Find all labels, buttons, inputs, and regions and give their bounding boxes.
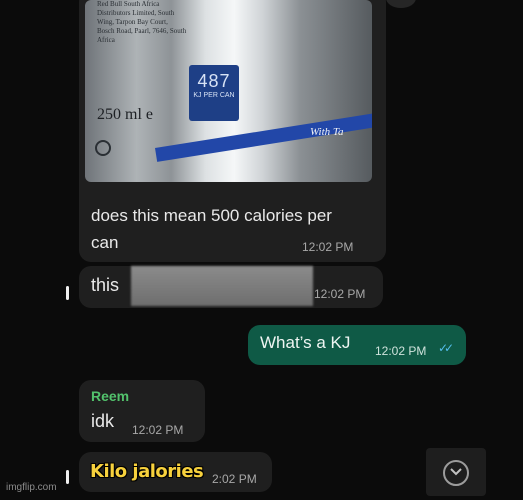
- chevron-down-icon: [443, 460, 469, 486]
- message-time: 12:02 PM: [302, 240, 354, 254]
- image-message-bubble[interactable]: Red Bull South Africa Distributors Limit…: [79, 0, 386, 262]
- message-bubble[interactable]: Reem idk 12:02 PM: [79, 380, 205, 442]
- message-text: this: [91, 275, 120, 295]
- energy-badge: 487 KJ PER CAN: [189, 65, 239, 121]
- can-volume: 250 ml e: [97, 106, 153, 123]
- attached-photo[interactable]: Red Bull South Africa Distributors Limit…: [85, 0, 372, 182]
- sender-name: Reem: [91, 388, 130, 404]
- read-receipt-icon: ✓✓: [438, 341, 454, 355]
- scroll-down-button[interactable]: [426, 448, 486, 496]
- message-text: idk: [91, 411, 115, 431]
- message-text: What’s a KJ: [260, 333, 351, 352]
- can-with-text: With Ta: [310, 126, 344, 138]
- message-bubble[interactable]: this 12:02 PM: [79, 266, 383, 308]
- outgoing-message-bubble[interactable]: What’s a KJ 12:02 PM ✓✓: [248, 325, 466, 365]
- message-time: 12:02 PM: [132, 423, 184, 437]
- energy-value: 487: [197, 71, 231, 91]
- message-time: 12:02 PM: [375, 344, 427, 358]
- can-fine-print: Red Bull South Africa Distributors Limit…: [97, 0, 187, 44]
- meme-caption: Kilo jalories: [90, 461, 204, 482]
- message-time: 12:02 PM: [314, 287, 366, 301]
- chat-area: Red Bull South Africa Distributors Limit…: [0, 0, 523, 500]
- selection-marker: [66, 470, 69, 484]
- message-time: 2:02 PM: [212, 472, 257, 486]
- watermark: imgflip.com: [6, 482, 57, 493]
- energy-unit: KJ PER CAN: [193, 92, 235, 99]
- recycle-logo-icon: [95, 136, 135, 162]
- partial-icon: [386, 0, 416, 8]
- selection-marker: [66, 286, 69, 300]
- redacted-block: [131, 266, 313, 306]
